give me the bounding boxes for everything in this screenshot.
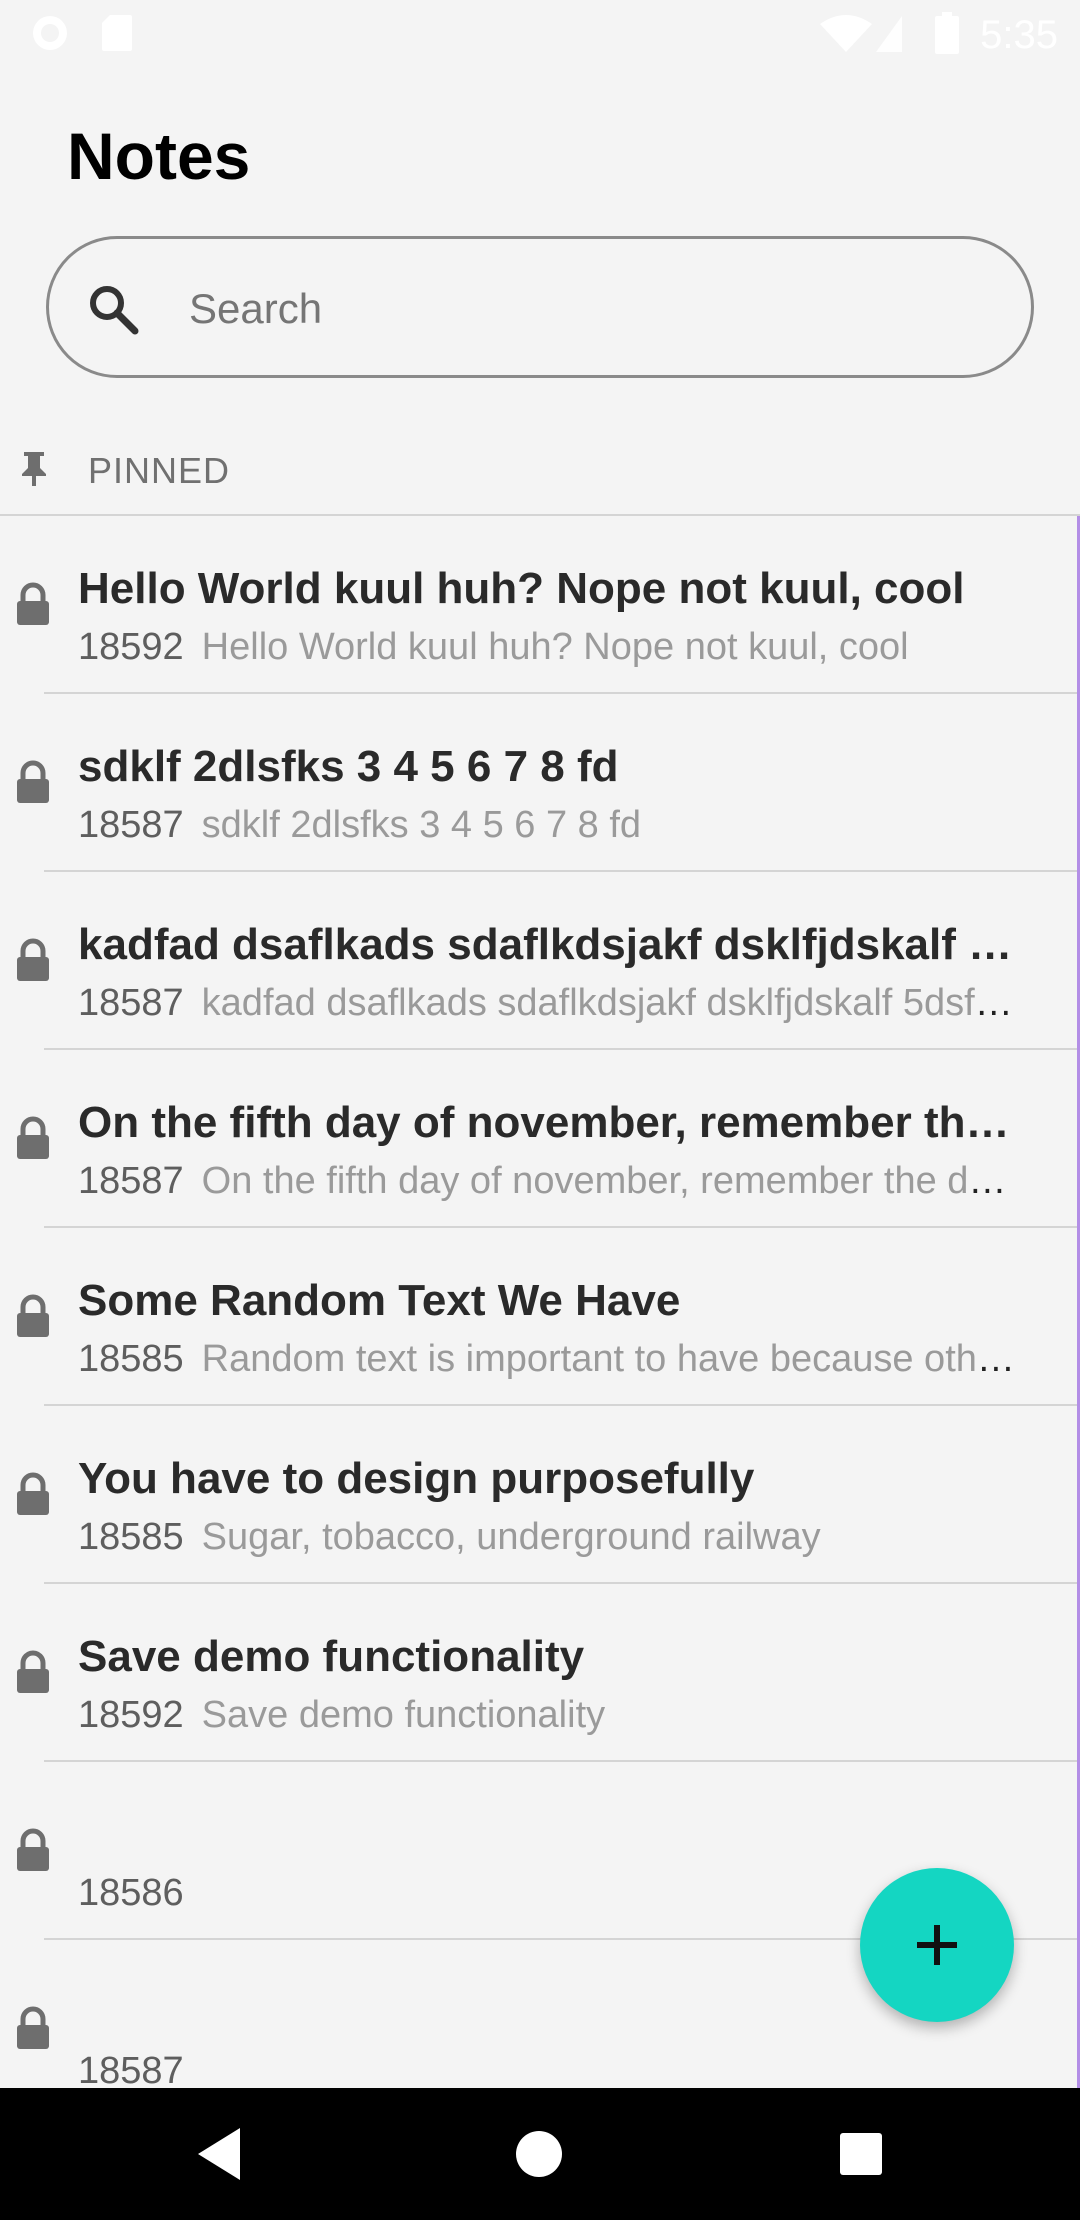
note-id: 18587 [78,804,184,846]
wifi-icon [820,15,872,52]
recents-icon[interactable] [825,2118,897,2190]
note-preview: kadfad dsaflkads sdaflkdsjakf dsklfjdska… [201,982,1018,1024]
note-title: Some Random Text We Have [78,1276,681,1325]
search-icon [90,286,139,335]
note-item[interactable]: On the fifth day of november, remember t… [0,1050,1080,1228]
pinned-label: PINNED [88,450,231,491]
clock: 5:35 [980,13,1058,57]
note-meta: 18587 sdklf 2dlsfks 3 4 5 6 7 8 fd [78,804,1018,847]
note-item[interactable]: kadfad dsaflkads sdaflkdsjakf dsklfjdska… [0,872,1080,1050]
search-bar[interactable] [46,236,1034,378]
note-meta: 18592 Hello World kuul huh? Nope not kuul… [78,626,1018,669]
note-meta: 18587 On the fifth day of november, remem… [78,1160,1018,1203]
search-input[interactable] [187,269,991,349]
note-meta: 18587 [78,2050,1018,2093]
lock-icon [17,2006,49,2049]
pin-icon [22,452,46,486]
lock-icon [17,1650,49,1693]
note-id: 18587 [78,2050,184,2092]
plus-icon [917,1925,957,1965]
note-title: sdklf 2dlsfks 3 4 5 6 7 8 fd [78,742,619,791]
note-item[interactable]: sdklf 2dlsfks 3 4 5 6 7 8 fd 18587 sdklf … [0,694,1080,872]
pinned-section-header: PINNED [0,440,1080,516]
note-item[interactable]: Some Random Text We Have 18585 Random tex… [0,1228,1080,1406]
lock-icon [17,760,49,803]
lock-icon [17,1828,49,1871]
lock-icon [17,1116,49,1159]
back-icon[interactable] [184,2118,256,2190]
note-title: Save demo functionality [78,1632,585,1681]
note-meta: 18592 Save demo functionality [78,1694,1018,1737]
note-id: 18585 [78,1338,184,1380]
note-item[interactable]: You have to design purposefully 18585 Sug… [0,1406,1080,1584]
lock-icon [17,1472,49,1515]
lock-icon [17,1294,49,1337]
note-id: 18592 [78,1694,184,1736]
note-id: 18592 [78,626,184,668]
note-preview: Save demo functionality [201,1694,606,1736]
note-preview: Random text is important to have because… [201,1338,1018,1380]
battery-icon [935,12,959,54]
add-note-button[interactable] [860,1868,1014,2022]
signal-icon [876,16,902,52]
sd-card-icon [102,15,132,51]
lock-icon [17,582,49,625]
note-preview: Hello World kuul huh? Nope not kuul, coo… [201,626,909,668]
page-title: Notes [67,119,251,193]
note-title: On the fifth day of november, remember t… [78,1098,1033,1147]
status-bar: 5:35 [0,0,1080,66]
circle-notification-icon [33,16,67,50]
lock-icon [17,938,49,981]
note-id: 18587 [78,1160,184,1202]
note-id: 18587 [78,982,184,1024]
note-id: 18585 [78,1516,184,1558]
note-preview: On the fifth day of november, remember t… [201,1160,1018,1202]
note-meta: 18585 Sugar, tobacco, underground railway [78,1516,1018,1559]
note-preview: Sugar, tobacco, underground railway [201,1516,821,1558]
navigation-bar [0,2088,1080,2220]
note-id: 18586 [78,1872,184,1914]
note-meta: 18587 kadfad dsaflkads sdaflkdsjakf dsklf… [78,982,1018,1025]
note-title: kadfad dsaflkads sdaflkdsjakf dsklfjdska… [78,920,1033,969]
note-meta: 18585 Random text is important to have be… [78,1338,1018,1381]
home-icon[interactable] [503,2118,575,2190]
note-item[interactable]: Save demo functionality 18592 Save demo f… [0,1584,1080,1762]
note-preview: sdklf 2dlsfks 3 4 5 6 7 8 fd [201,804,642,846]
note-title: Hello World kuul huh? Nope not kuul, coo… [78,564,965,613]
note-title: You have to design purposefully [78,1454,755,1503]
note-item[interactable]: Hello World kuul huh? Nope not kuul, coo… [0,516,1080,694]
